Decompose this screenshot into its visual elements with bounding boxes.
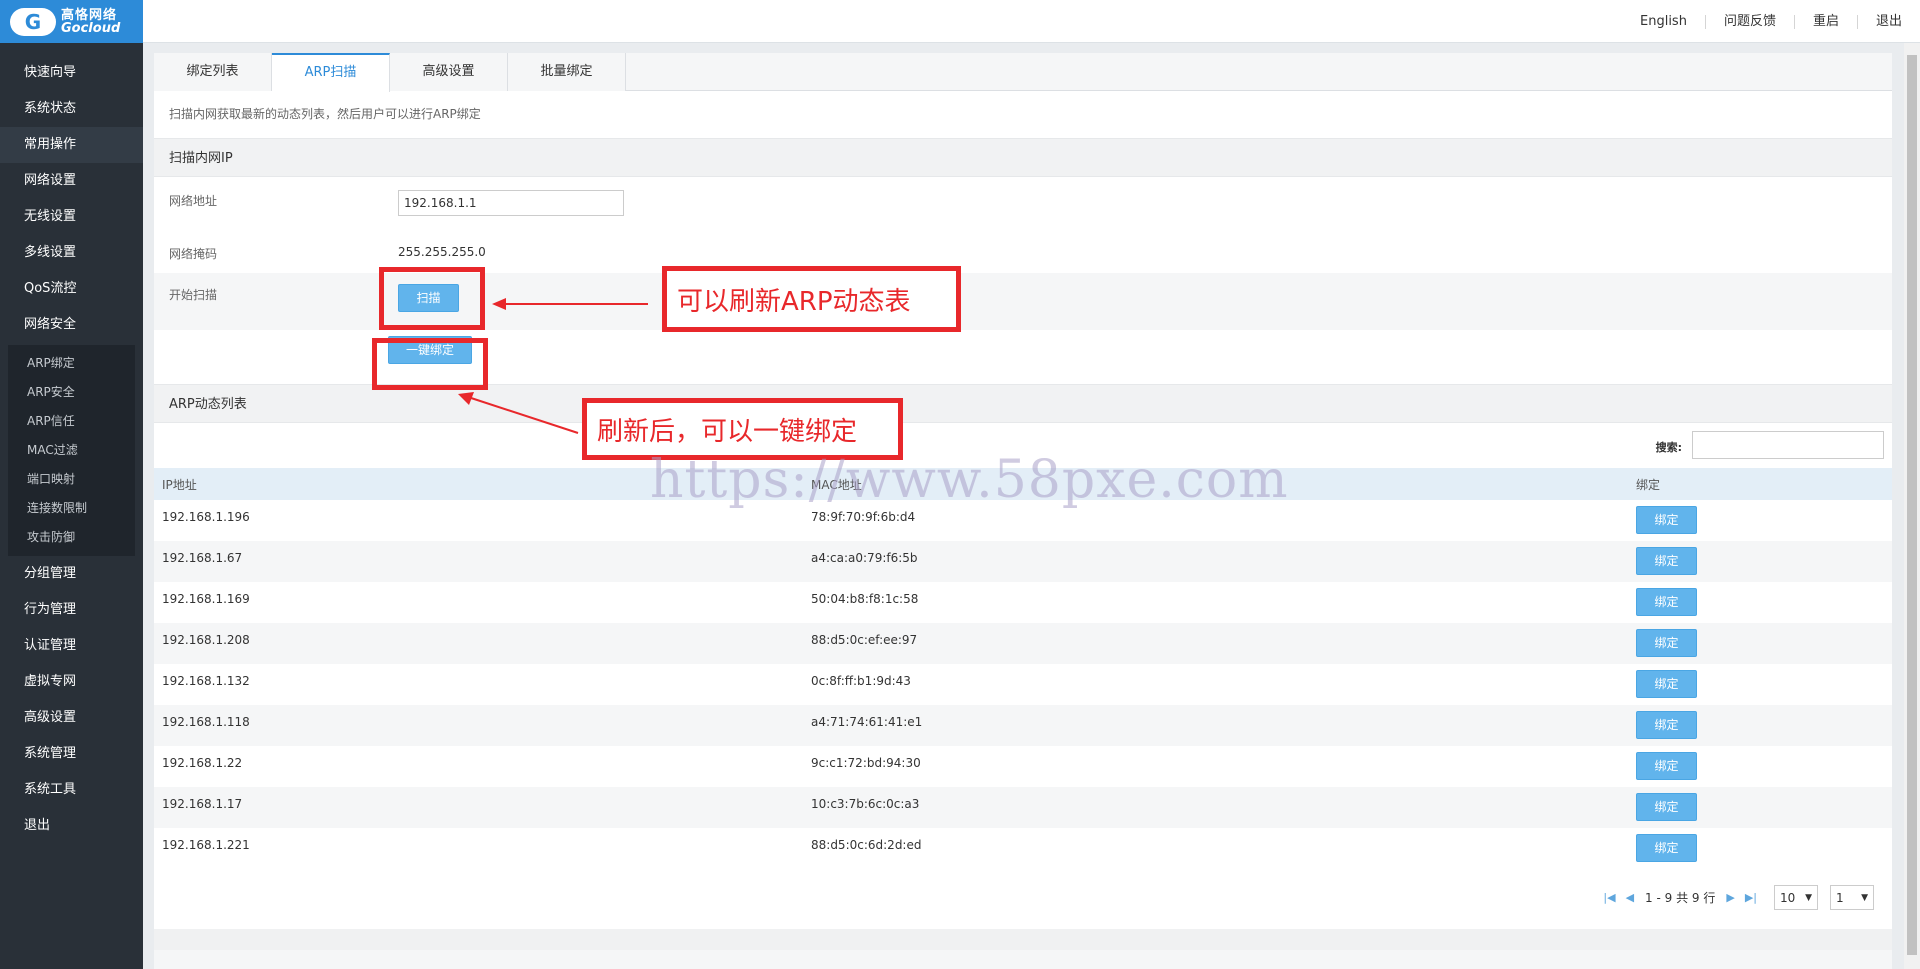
scan-annotation: 可以刷新ARP动态表 [662,266,961,332]
page-scrollbar[interactable] [1904,43,1920,969]
scan-arrowhead [492,298,506,310]
watermark: https://www.58pxe.com [650,450,1289,510]
scroll-thumb[interactable] [1907,55,1917,955]
bind-arrow [467,396,579,434]
